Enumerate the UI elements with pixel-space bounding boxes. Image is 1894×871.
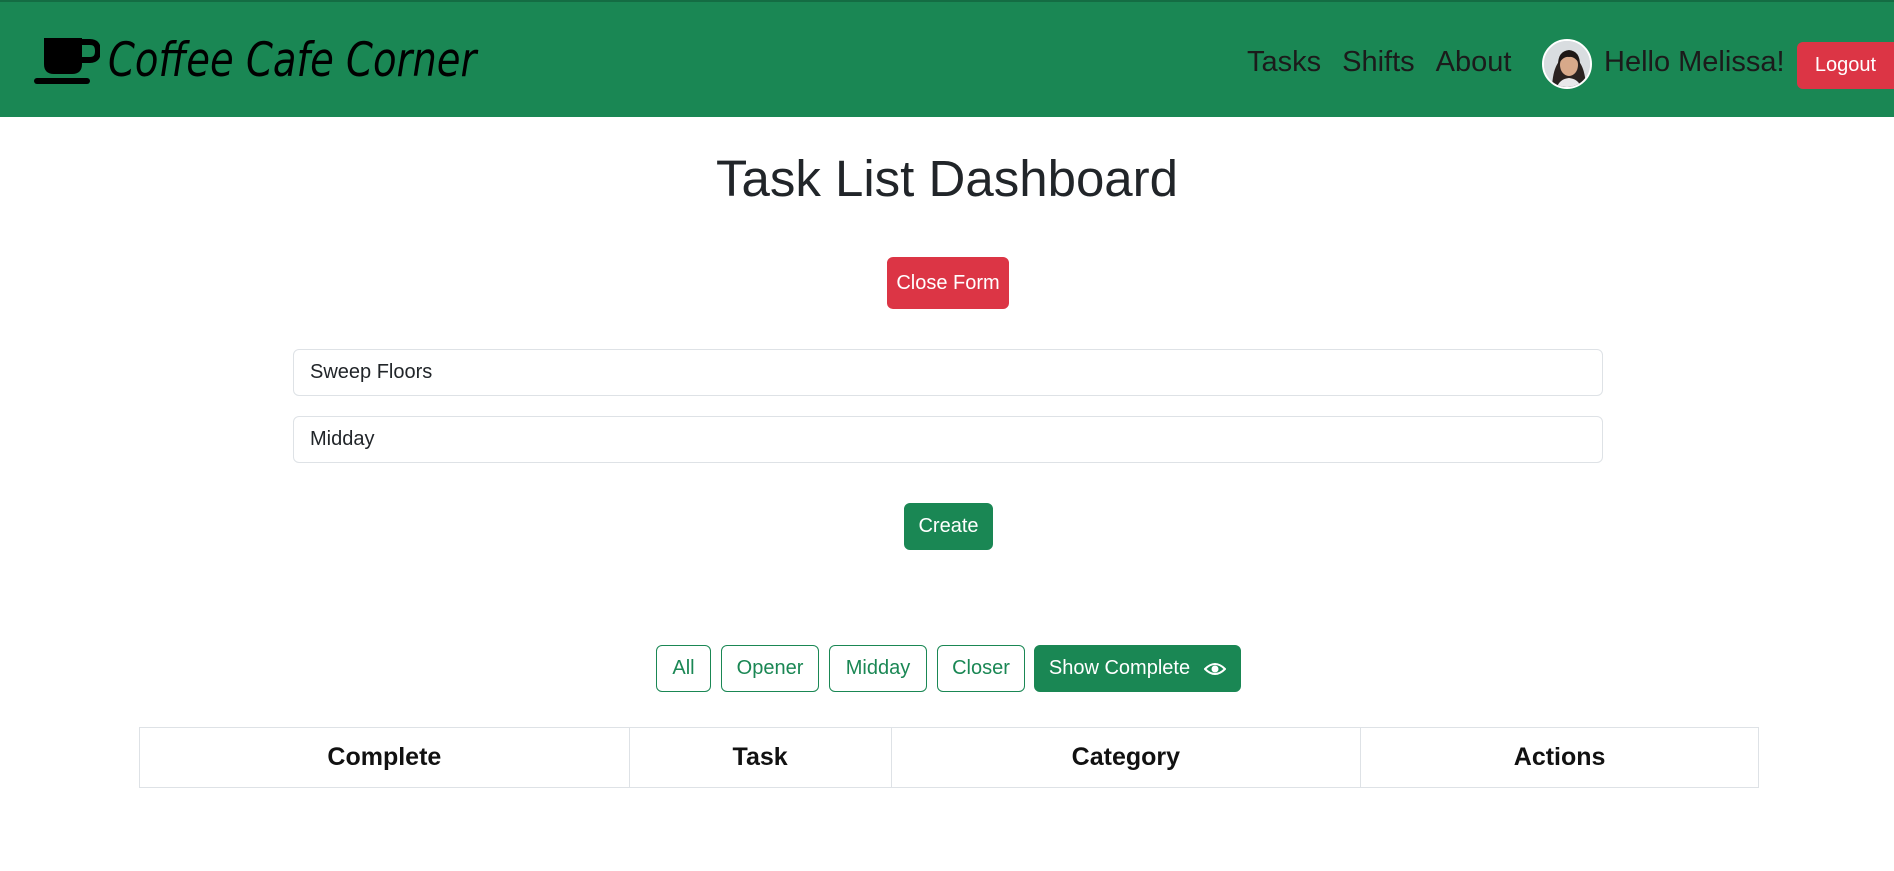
task-table: Complete Task Category Actions [139, 727, 1759, 788]
navbar: Coffee Cafe Corner Tasks Shifts About He… [0, 0, 1894, 117]
create-button[interactable]: Create [904, 503, 993, 550]
filter-all-button[interactable]: All [656, 645, 711, 692]
filter-opener-button[interactable]: Opener [721, 645, 819, 692]
task-name-input[interactable] [293, 349, 1603, 396]
nav-link-shifts[interactable]: Shifts [1342, 42, 1415, 82]
coffee-cup-icon [34, 38, 100, 84]
logout-button[interactable]: Logout [1797, 42, 1894, 89]
nav-links: Tasks Shifts About [1247, 42, 1532, 82]
avatar[interactable] [1542, 39, 1592, 89]
nav-link-about[interactable]: About [1436, 42, 1512, 82]
brand[interactable]: Coffee Cafe Corner [34, 30, 557, 90]
user-avatar-icon [1544, 41, 1590, 87]
nav-link-tasks[interactable]: Tasks [1247, 42, 1321, 82]
column-header-category: Category [890, 727, 1362, 788]
filter-midday-button[interactable]: Midday [829, 645, 927, 692]
show-complete-button[interactable]: Show Complete [1034, 645, 1241, 692]
brand-name: Coffee Cafe Corner [108, 32, 477, 88]
column-header-complete: Complete [139, 727, 630, 788]
column-header-task: Task [628, 727, 892, 788]
eye-icon [1204, 662, 1227, 675]
task-category-input[interactable] [293, 416, 1603, 463]
page-title: Task List Dashboard [715, 150, 1179, 207]
table-header-row: Complete Task Category Actions [139, 727, 1759, 788]
show-complete-label: Show Complete [1048, 657, 1191, 679]
user-greeting: Hello Melissa! [1604, 46, 1785, 78]
filter-closer-button[interactable]: Closer [937, 645, 1025, 692]
column-header-actions: Actions [1360, 727, 1759, 788]
close-form-button[interactable]: Close Form [887, 257, 1009, 309]
